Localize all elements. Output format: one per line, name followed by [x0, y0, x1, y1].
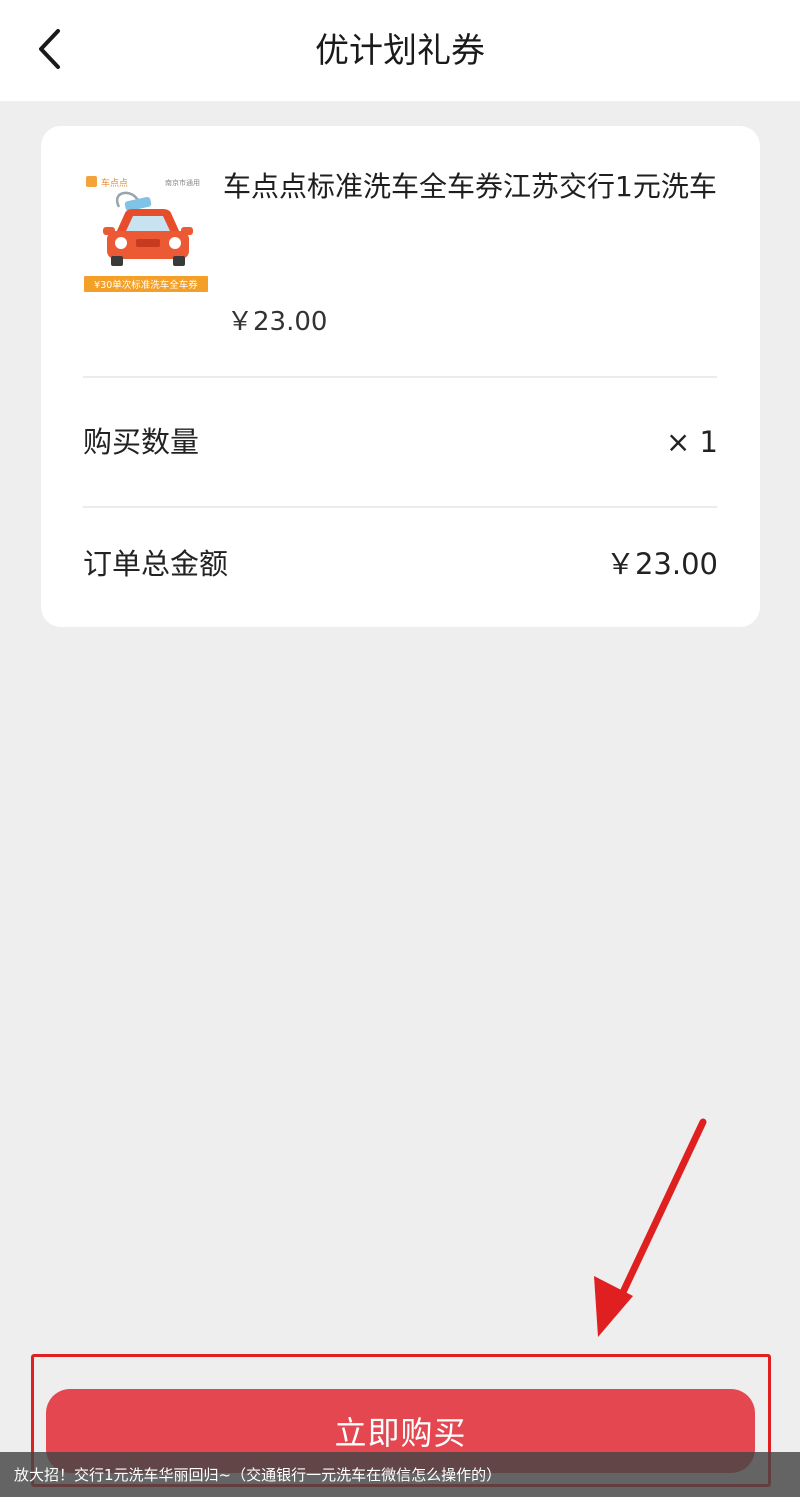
buy-now-label: 立即购买: [334, 1414, 467, 1452]
thumbnail-brand: 车点点: [101, 177, 128, 189]
thumbnail-badge: ¥30单次标准洗车全车券: [94, 279, 198, 291]
divider: [83, 376, 717, 378]
caption-text: 放大招！交行1元洗车华丽回归~（交通银行一元洗车在微信怎么操作的）: [14, 1466, 502, 1484]
order-card: 车点点 南京市通用 ¥30单次标准洗车全车券 车点点标准洗车全车券江苏交行1元洗…: [41, 126, 760, 627]
product-name: 车点点标准洗车全车券江苏交行1元洗车: [223, 170, 717, 203]
thumbnail-region: 南京市通用: [165, 178, 200, 187]
quantity-label: 购买数量: [83, 425, 200, 459]
product-price: ￥23.00: [227, 307, 328, 337]
header-bar: 优计划礼券: [0, 0, 800, 101]
product-thumbnail[interactable]: 车点点 南京市通用 ¥30单次标准洗车全车券: [81, 171, 211, 301]
page-title: 优计划礼券: [315, 31, 485, 71]
total-value: ￥23.00: [605, 547, 718, 581]
divider: [83, 506, 717, 508]
quantity-value: × 1: [666, 425, 718, 459]
total-label: 订单总金额: [83, 547, 229, 581]
